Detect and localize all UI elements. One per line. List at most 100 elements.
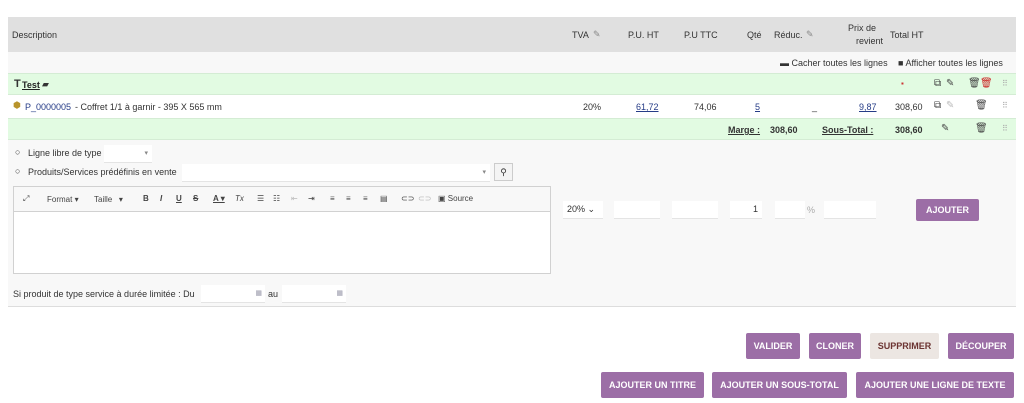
calendar-icon[interactable]: ▦ bbox=[336, 289, 343, 297]
drag-handle-icon[interactable]: ⠿ bbox=[1002, 101, 1008, 110]
product-icon: ⬢ bbox=[13, 100, 21, 110]
product-desc: - Coffret 1/1 à garnir - 395 X 565 mm bbox=[75, 102, 222, 112]
col-prix-revient-2: revient bbox=[856, 36, 884, 46]
marge-value: 308,60 bbox=[770, 125, 798, 135]
qty-value: 1 bbox=[752, 204, 758, 214]
size-label: Taille bbox=[94, 195, 113, 204]
percent-label: % bbox=[807, 205, 816, 215]
subtotal-value: 308,60 bbox=[895, 125, 923, 135]
col-description: Description bbox=[12, 30, 58, 40]
col-reduc: Réduc. bbox=[774, 30, 803, 40]
clone-button[interactable]: CLONER bbox=[809, 333, 861, 359]
editor-toolbar: ⤢ Format ▾ Taille ▾ B I U S A ▾ Tx ☰ ☷ ⇤… bbox=[14, 187, 550, 212]
product-select[interactable]: ▾ bbox=[182, 164, 490, 182]
date-end-input[interactable]: ▦ bbox=[282, 285, 346, 303]
free-line-label: Ligne libre de type bbox=[28, 148, 102, 158]
unlink-icon[interactable]: ⊂⊃ bbox=[418, 194, 431, 203]
trash-icon[interactable]: 🗑 bbox=[975, 100, 988, 111]
add-button[interactable]: AJOUTER bbox=[916, 199, 979, 221]
drag-handle-icon[interactable]: ⠿ bbox=[1002, 124, 1008, 133]
trash-all-icon[interactable]: 🗑 bbox=[980, 78, 993, 89]
show-all-lines-link[interactable]: ■ Afficher toutes les lignes bbox=[898, 58, 1003, 68]
product-total-ht: 308,60 bbox=[895, 102, 923, 112]
marge-label: Marge : bbox=[728, 125, 761, 135]
col-pu-ttc: P.U TTC bbox=[684, 30, 718, 40]
clone-icon[interactable]: ⧉ bbox=[934, 100, 941, 111]
edit-icon[interactable]: ✎ bbox=[946, 100, 954, 111]
add-text-line-button[interactable]: AJOUTER UNE LIGNE DE TEXTE bbox=[856, 372, 1014, 398]
clone-icon[interactable]: ⧉ bbox=[934, 78, 941, 89]
show-label: Afficher toutes les lignes bbox=[905, 58, 1003, 68]
product-tva: 20% bbox=[583, 102, 602, 112]
hide-label: Cacher toutes les lignes bbox=[791, 58, 888, 68]
product-prix-revient[interactable]: 9,87 bbox=[859, 102, 877, 112]
col-pu-ht: P.U. HT bbox=[628, 30, 659, 40]
format-label: Format bbox=[47, 195, 73, 204]
title-link[interactable]: Test bbox=[22, 80, 40, 90]
cost-price-input[interactable] bbox=[824, 201, 876, 219]
title-icon: T bbox=[14, 78, 21, 90]
size-dropdown[interactable]: Taille ▾ bbox=[94, 195, 123, 204]
predefined-label: Produits/Services prédéfinis en vente bbox=[28, 167, 177, 177]
free-line-radio[interactable]: ○ bbox=[15, 147, 20, 157]
calendar-icon[interactable]: ▦ bbox=[255, 289, 262, 297]
remove-format-icon[interactable]: Tx bbox=[235, 194, 244, 203]
source-button[interactable]: ▣ Source bbox=[438, 194, 473, 203]
bullet-list-icon[interactable]: ☷ bbox=[273, 194, 280, 203]
cut-button[interactable]: DÉCOUPER bbox=[948, 333, 1014, 359]
bold-icon[interactable]: B bbox=[143, 194, 149, 203]
small-delete-icon[interactable]: ▪ bbox=[901, 79, 904, 88]
subtotal-label: Sous-Total : bbox=[822, 125, 874, 135]
discount-input[interactable] bbox=[775, 201, 805, 219]
indent-icon[interactable]: ⇥ bbox=[308, 194, 315, 203]
col-tva: TVA bbox=[572, 30, 589, 40]
pencil-icon[interactable]: ✎ bbox=[806, 29, 814, 40]
predefined-radio[interactable]: ○ bbox=[15, 166, 20, 176]
au-label: au bbox=[268, 289, 279, 299]
rich-text-editor[interactable]: ⤢ Format ▾ Taille ▾ B I U S A ▾ Tx ☰ ☷ ⇤… bbox=[13, 186, 551, 274]
free-line-type-select[interactable]: ▾ bbox=[104, 145, 152, 163]
numbered-list-icon[interactable]: ☰ bbox=[257, 194, 264, 203]
add-subtotal-button[interactable]: AJOUTER UN SOUS-TOTAL bbox=[712, 372, 847, 398]
drag-handle-icon[interactable]: ⠿ bbox=[1002, 79, 1008, 88]
trash-icon[interactable]: 🗑 bbox=[968, 78, 981, 89]
search-icon: ⚲ bbox=[500, 167, 507, 177]
pencil-icon[interactable]: ✎ bbox=[593, 29, 601, 40]
search-button[interactable]: ⚲ bbox=[494, 163, 513, 181]
col-prix-revient: Prix de bbox=[848, 23, 877, 33]
maximize-icon[interactable]: ⤢ bbox=[23, 194, 29, 204]
underline-icon[interactable]: U bbox=[176, 194, 182, 203]
align-left-icon[interactable]: ≡ bbox=[330, 194, 335, 203]
col-qte: Qté bbox=[747, 30, 762, 40]
align-right-icon[interactable]: ≡ bbox=[363, 194, 368, 203]
edit-icon[interactable]: ✎ bbox=[946, 78, 954, 89]
format-dropdown[interactable]: Format ▾ bbox=[47, 195, 79, 204]
edit-icon[interactable]: ✎ bbox=[941, 123, 949, 134]
product-ref[interactable]: P_0000005 bbox=[25, 102, 71, 112]
product-qte[interactable]: 5 bbox=[755, 102, 760, 112]
product-pu-ht[interactable]: 61,72 bbox=[636, 102, 659, 112]
title-row bbox=[8, 73, 1016, 95]
hide-all-lines-link[interactable]: ▬ Cacher toutes les lignes bbox=[780, 58, 888, 68]
service-dates-label: Si produit de type service à durée limit… bbox=[13, 289, 195, 299]
col-total-ht: Total HT bbox=[890, 30, 924, 40]
justify-icon[interactable]: ▤ bbox=[380, 194, 388, 203]
product-reduc[interactable]: _ bbox=[812, 102, 817, 112]
tva-value: 20% bbox=[567, 204, 586, 214]
link-icon[interactable]: ⊂⊃ bbox=[401, 194, 414, 203]
align-center-icon[interactable]: ≡ bbox=[346, 194, 351, 203]
folder-icon[interactable]: ▰ bbox=[42, 79, 49, 90]
pu-ht-input[interactable] bbox=[614, 201, 660, 219]
trash-icon[interactable]: 🗑 bbox=[975, 123, 988, 134]
italic-icon[interactable]: I bbox=[160, 194, 162, 203]
tva-select[interactable]: 20% ⌄ bbox=[563, 201, 603, 219]
pu-ttc-input[interactable] bbox=[672, 201, 718, 219]
qty-input[interactable]: 1 bbox=[730, 201, 762, 219]
validate-button[interactable]: VALIDER bbox=[746, 333, 800, 359]
add-title-button[interactable]: AJOUTER UN TITRE bbox=[601, 372, 704, 398]
date-start-input[interactable]: ▦ bbox=[201, 285, 265, 303]
delete-button[interactable]: SUPPRIMER bbox=[870, 333, 939, 359]
text-color-icon[interactable]: A ▾ bbox=[213, 194, 225, 203]
strike-icon[interactable]: S bbox=[193, 194, 198, 203]
outdent-icon[interactable]: ⇤ bbox=[291, 194, 298, 203]
